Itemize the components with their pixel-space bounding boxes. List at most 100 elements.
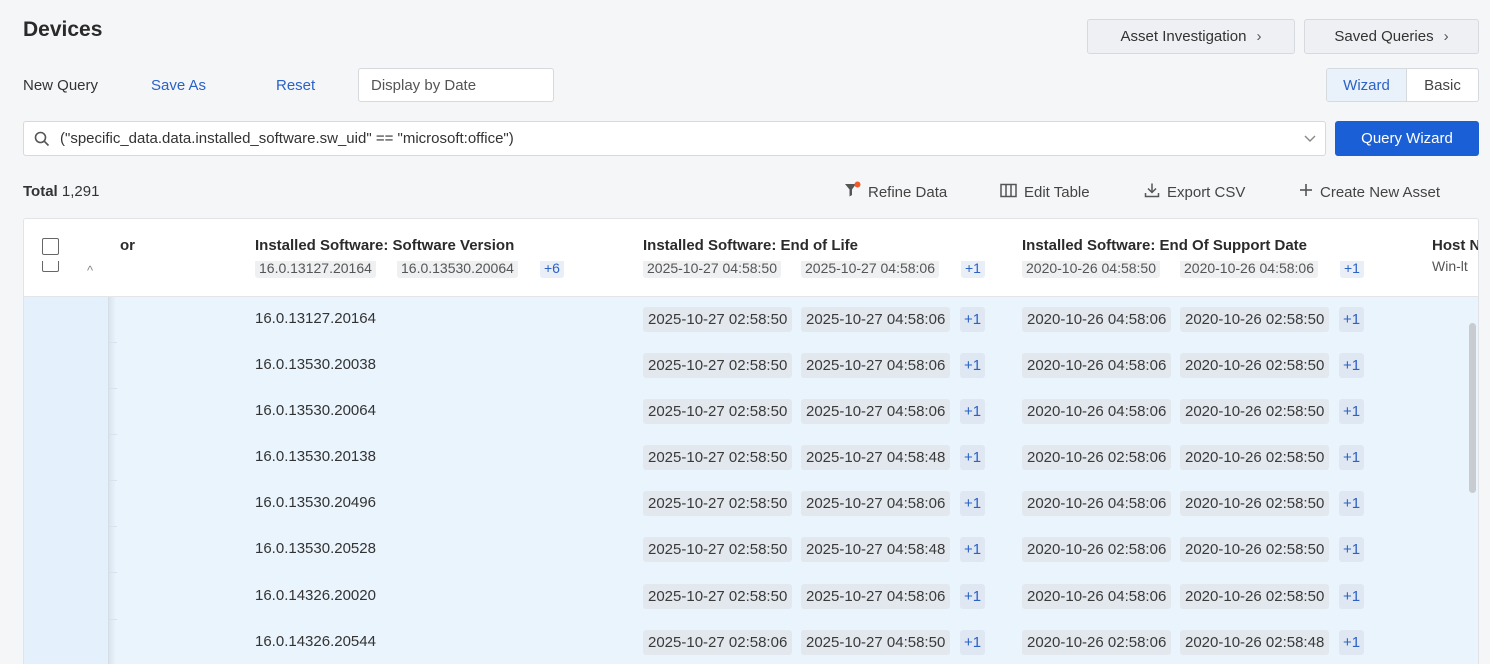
query-actions-bar: New Query: [23, 68, 98, 102]
eos-chip: 2020-10-26 02:58:06: [1022, 630, 1172, 655]
eol-more-chip[interactable]: +1: [960, 445, 986, 470]
eol-more-chip[interactable]: +1: [960, 399, 986, 424]
eos-more-chip[interactable]: +1: [1339, 584, 1365, 609]
eol-chip: 2025-10-27 02:58:50: [643, 584, 793, 609]
save-as-link[interactable]: Save As: [151, 77, 206, 94]
eol-chip: 2025-10-27 04:58:48: [801, 445, 951, 470]
eos-more-chip[interactable]: +1: [1339, 353, 1365, 378]
version-more-chip[interactable]: +6: [540, 261, 564, 278]
eol-chip: 2025-10-27 02:58:50: [643, 537, 793, 562]
wizard-mode-button[interactable]: Wizard: [1327, 69, 1407, 101]
eol-chip: 2025-10-27 04:58:06: [801, 307, 951, 332]
eol-more-chip[interactable]: +1: [961, 261, 985, 278]
eos-more-chip[interactable]: +1: [1339, 491, 1365, 516]
table-row[interactable]: 16.0.14326.20020 2025-10-27 02:58:50 2025-…: [24, 574, 1470, 620]
eol-chip: 2025-10-27 04:58:50: [801, 630, 951, 655]
column-header-software-version[interactable]: Installed Software: Software Version: [255, 237, 514, 254]
eol-more-chip[interactable]: +1: [960, 353, 986, 378]
query-search-bar[interactable]: ("specific_data.data.installed_software.…: [23, 121, 1326, 156]
table-row[interactable]: 16.0.13127.20164 2025-10-27 02:58:50 2025-…: [24, 297, 1470, 343]
eol-chip: 2025-10-27 02:58:50: [643, 491, 793, 516]
eos-chip: 2020-10-26 04:58:06: [1180, 261, 1318, 278]
eos-more-chip[interactable]: +1: [1339, 399, 1365, 424]
table-row[interactable]: 16.0.13530.20528 2025-10-27 02:58:50 2025-…: [24, 527, 1470, 573]
eos-chip: 2020-10-26 04:58:06: [1022, 584, 1172, 609]
page-title: Devices: [23, 18, 103, 41]
search-icon: [24, 131, 60, 147]
eos-chip: 2020-10-26 02:58:50: [1180, 584, 1330, 609]
row-divider: [109, 572, 117, 573]
export-csv-button[interactable]: Export CSV: [1144, 181, 1245, 203]
table-row[interactable]: 16.0.14326.20544 2025-10-27 02:58:06 2025-…: [24, 620, 1470, 664]
table-row[interactable]: 16.0.13530.20138 2025-10-27 02:58:50 2025-…: [24, 435, 1470, 481]
column-header-end-of-support[interactable]: Installed Software: End Of Support Date: [1022, 237, 1307, 254]
eos-more-chip[interactable]: +1: [1339, 445, 1365, 470]
software-version-cell: 16.0.13530.20138: [255, 448, 376, 465]
row-checkbox[interactable]: [42, 261, 59, 272]
total-label: Total: [23, 183, 58, 200]
software-version-cell: 16.0.13127.20164: [255, 310, 376, 327]
eol-more-chip[interactable]: +1: [960, 584, 986, 609]
eol-chip: 2025-10-27 04:58:06: [801, 491, 951, 516]
create-new-asset-button[interactable]: Create New Asset: [1299, 181, 1440, 203]
display-by-date-input[interactable]: Display by Date: [358, 68, 554, 102]
eol-more-chip[interactable]: +1: [960, 630, 986, 655]
expanded-parent-row[interactable]: ^ 16.0.13127.20164 16.0.13530.20064 +6 2…: [24, 261, 1478, 297]
eol-chip: 2025-10-27 02:58:50: [643, 445, 793, 470]
eol-chip: 2025-10-27 04:58:06: [801, 584, 951, 609]
column-header-partial[interactable]: or: [120, 237, 135, 254]
eos-more-chip[interactable]: +1: [1340, 261, 1364, 278]
table-row[interactable]: 16.0.13530.20496 2025-10-27 02:58:50 2025-…: [24, 481, 1470, 527]
edit-table-label: Edit Table: [1024, 183, 1090, 201]
query-mode-toggle: Wizard Basic: [1326, 68, 1479, 102]
table-row[interactable]: 16.0.13530.20038 2025-10-27 02:58:50 2025-…: [24, 343, 1470, 389]
new-query-button[interactable]: New Query: [23, 77, 98, 94]
eos-chip: 2020-10-26 02:58:50: [1180, 399, 1330, 424]
eol-chip: 2025-10-27 02:58:50: [643, 399, 793, 424]
refine-data-label: Refine Data: [868, 183, 948, 201]
eos-chip: 2020-10-26 04:58:06: [1022, 399, 1172, 424]
collapse-icon[interactable]: ^: [87, 263, 93, 278]
refine-data-button[interactable]: Refine Data: [843, 181, 947, 203]
eol-more-chip[interactable]: +1: [960, 537, 986, 562]
chevron-right-icon: ›: [1443, 28, 1449, 45]
asset-investigation-label: Asset Investigation: [1120, 28, 1247, 45]
software-version-cell: 16.0.13530.20528: [255, 540, 376, 557]
columns-icon: [1000, 183, 1017, 202]
eos-more-chip[interactable]: +1: [1339, 537, 1365, 562]
chevron-right-icon: ›: [1256, 28, 1262, 45]
eos-more-chip[interactable]: +1: [1339, 630, 1365, 655]
chevron-down-icon[interactable]: [1295, 135, 1325, 143]
eos-chip: 2020-10-26 02:58:50: [1180, 307, 1330, 332]
eos-chip: 2020-10-26 04:58:06: [1022, 307, 1172, 332]
software-version-cell: 16.0.14326.20020: [255, 587, 376, 604]
export-csv-label: Export CSV: [1167, 183, 1246, 201]
plus-icon: [1299, 183, 1313, 201]
table-row[interactable]: 16.0.13530.20064 2025-10-27 02:58:50 2025-…: [24, 389, 1470, 435]
eol-more-chip[interactable]: +1: [960, 491, 986, 516]
reset-link[interactable]: Reset: [276, 77, 315, 94]
software-version-cell: 16.0.14326.20544: [255, 633, 376, 650]
eol-chip: 2025-10-27 02:58:06: [643, 630, 793, 655]
total-count: Total 1,291: [23, 183, 99, 200]
vertical-scrollbar[interactable]: [1469, 323, 1476, 493]
eol-chip: 2025-10-27 04:58:48: [801, 537, 951, 562]
eos-chip: 2020-10-26 02:58:50: [1180, 445, 1330, 470]
saved-queries-button[interactable]: Saved Queries ›: [1304, 19, 1479, 54]
asset-investigation-button[interactable]: Asset Investigation ›: [1087, 19, 1295, 54]
basic-mode-button[interactable]: Basic: [1407, 69, 1478, 101]
column-header-host[interactable]: Host N: [1432, 237, 1478, 254]
download-icon: [1144, 182, 1160, 202]
eos-more-chip[interactable]: +1: [1339, 307, 1365, 332]
edit-table-button[interactable]: Edit Table: [1000, 181, 1090, 203]
create-new-asset-label: Create New Asset: [1320, 183, 1441, 201]
filter-icon: [843, 181, 861, 203]
query-text[interactable]: ("specific_data.data.installed_software.…: [60, 130, 1295, 147]
eol-chip: 2025-10-27 04:58:06: [801, 399, 951, 424]
query-wizard-button[interactable]: Query Wizard: [1335, 121, 1479, 156]
eol-more-chip[interactable]: +1: [960, 307, 986, 332]
select-all-checkbox[interactable]: [42, 238, 59, 255]
eos-chip: 2020-10-26 02:58:50: [1180, 491, 1330, 516]
column-header-end-of-life[interactable]: Installed Software: End of Life: [643, 237, 858, 254]
host-cell: Win-lt: [1432, 261, 1468, 274]
